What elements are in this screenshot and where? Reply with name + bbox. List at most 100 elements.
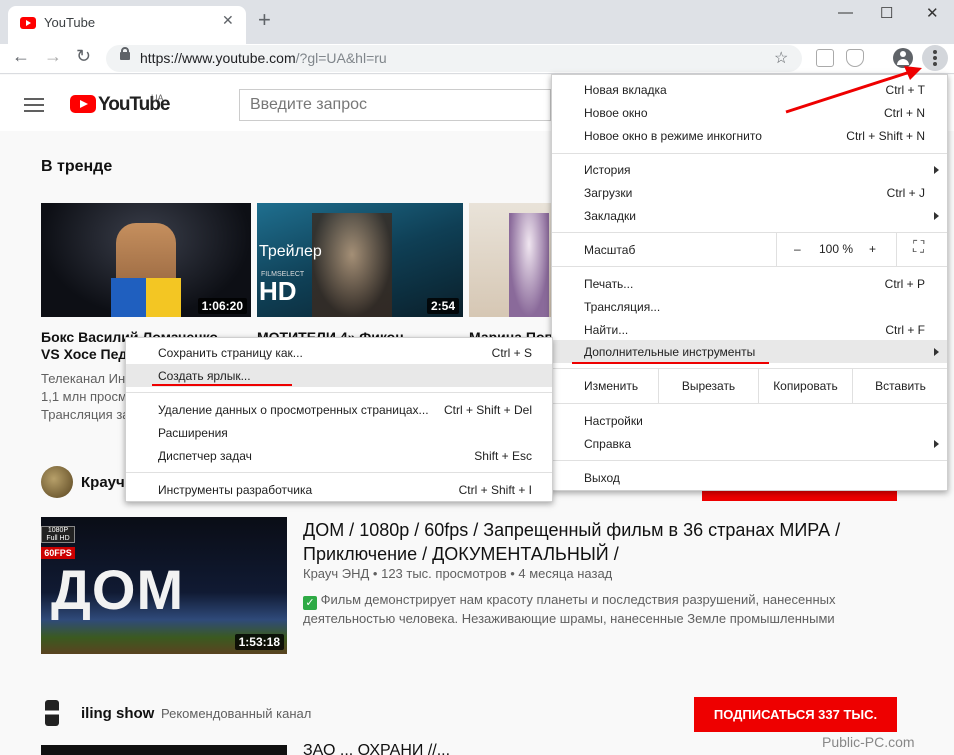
menu-item-shortcut: Ctrl + F [885, 323, 925, 337]
menu-item-label: Печать... [584, 277, 634, 291]
menu-separator [552, 460, 947, 461]
tab-close-icon[interactable]: ✕ [222, 12, 234, 29]
more-tools-submenu: Сохранить страницу как... Ctrl + S Созда… [125, 337, 553, 502]
menu-separator [126, 392, 552, 393]
menu-item-cast[interactable]: Трансляция... [552, 295, 947, 318]
video-views: 1,1 млн просм... [41, 389, 138, 404]
video-thumbnail[interactable]: FILMSELECT HD Трейлер 2:54 [257, 203, 463, 317]
search-input[interactable]: Введите запрос [239, 89, 551, 121]
video-channel[interactable]: Телеканал Ин... [41, 370, 136, 388]
menu-separator [126, 472, 552, 473]
menu-item-clear-data[interactable]: Удаление данных о просмотренных страница… [126, 398, 552, 421]
tab-youtube[interactable]: YouTube ✕ [8, 6, 246, 44]
menu-item-settings[interactable]: Настройки [552, 409, 947, 432]
video-duration: 1:06:20 [197, 298, 247, 314]
menu-item-shortcut: Ctrl + J [886, 186, 925, 200]
actor-figure [312, 213, 392, 317]
trending-title: В тренде [41, 158, 113, 175]
video-duration: 2:54 [426, 298, 459, 314]
menu-item-print[interactable]: Печать... Ctrl + P [552, 272, 947, 295]
zoom-controls: – 100 % + [776, 233, 896, 266]
channel-subtitle: Рекомендованный канал [161, 706, 312, 721]
hamburger-menu-icon[interactable] [24, 98, 44, 100]
video-title[interactable]: ДОМ / 1080p / 60fps / Запрещенный фильм … [303, 518, 883, 566]
video-meta: Крауч ЭНД • 123 тыс. просмотров • 4 меся… [303, 566, 613, 581]
menu-item-shortcut: Ctrl + Shift + N [846, 129, 925, 143]
menu-item-downloads[interactable]: Загрузки Ctrl + J [552, 181, 947, 204]
menu-item-more-tools[interactable]: Дополнительные инструменты [552, 340, 947, 363]
annotation-arrow-line [785, 70, 911, 114]
video-title[interactable]: ЗАО ... ОХРАНИ //... [303, 742, 450, 755]
menu-item-help[interactable]: Справка [552, 432, 947, 455]
submenu-arrow-icon [934, 212, 939, 220]
video-thumbnail[interactable] [469, 203, 552, 317]
channel-avatar[interactable] [45, 700, 59, 726]
video-duration: 1:53:18 [234, 634, 284, 650]
subscribe-button[interactable]: ПОДПИСАТЬСЯ 337 ТЫС. [694, 697, 897, 732]
menu-dot [933, 50, 937, 54]
zoom-out-button[interactable]: – [794, 242, 801, 256]
submenu-arrow-icon [934, 440, 939, 448]
menu-item-extensions[interactable]: Расширения [126, 421, 552, 444]
menu-item-label: Удаление данных о просмотренных страница… [158, 403, 429, 417]
menu-item-history[interactable]: История [552, 158, 947, 181]
menu-separator [552, 403, 947, 404]
youtube-favicon-icon [20, 17, 36, 29]
video-thumbnail[interactable]: 1080P Full HD 60FPS ДОМ 1:53:18 [41, 517, 287, 654]
zoom-in-button[interactable]: + [869, 242, 876, 256]
menu-item-label: Трансляция... [584, 300, 661, 314]
annotation-arrow [785, 66, 922, 114]
search-placeholder: Введите запрос [250, 96, 367, 113]
forward-button[interactable]: → [44, 46, 62, 67]
maximize-button[interactable]: ☐ [880, 4, 893, 22]
menu-item-dev-tools[interactable]: Инструменты разработчика Ctrl + Shift + … [126, 478, 552, 501]
fullscreen-cell: ⛶ [896, 233, 948, 266]
menu-item-save-page[interactable]: Сохранить страницу как... Ctrl + S [126, 341, 552, 364]
url-text[interactable]: https://www.youtube.com/?gl=UA&hl=ru [140, 50, 387, 66]
video-thumbnail[interactable] [41, 745, 287, 755]
menu-item-label: Инструменты разработчика [158, 483, 313, 497]
video-description: ✓ Фильм демонстрирует нам красоту планет… [303, 591, 883, 628]
menu-item-incognito[interactable]: Новое окно в режиме инкогнито Ctrl + Shi… [552, 124, 947, 147]
menu-item-find[interactable]: Найти... Ctrl + F [552, 318, 947, 341]
submenu-arrow-icon [934, 166, 939, 174]
thumbnail-title: ДОМ [51, 558, 185, 621]
menu-item-label: Масштаб [584, 243, 636, 257]
back-button[interactable]: ← [12, 46, 30, 67]
youtube-logo-icon[interactable] [70, 95, 96, 113]
menu-item-label: Новая вкладка [584, 83, 667, 97]
copy-button[interactable]: Копировать [758, 369, 852, 403]
menu-item-bookmarks[interactable]: Закладки [552, 204, 947, 227]
menu-dot [933, 62, 937, 66]
video-thumbnail[interactable]: 1:06:20 [41, 203, 251, 317]
video-description-text: Фильм демонстрирует нам красоту планеты … [303, 592, 836, 626]
menu-dot [933, 56, 937, 60]
channel-avatar[interactable] [41, 466, 73, 498]
channel-name[interactable]: iling show [81, 705, 154, 722]
url-host: https://www.youtube.com [140, 50, 296, 66]
channel-name[interactable]: Крауч [81, 474, 125, 491]
menu-item-exit[interactable]: Выход [552, 466, 947, 489]
singer-figure [509, 213, 549, 317]
address-bar[interactable]: https://www.youtube.com/?gl=UA&hl=ru ☆ [106, 45, 802, 72]
menu-separator [552, 266, 947, 267]
close-window-button[interactable]: ✕ [926, 4, 939, 22]
menu-item-label: Найти... [584, 323, 629, 337]
menu-item-shortcut: Ctrl + S [491, 346, 532, 360]
cut-button[interactable]: Вырезать [658, 369, 758, 403]
check-mark-icon: ✓ [303, 596, 317, 610]
minimize-button[interactable]: — [838, 4, 853, 21]
menu-item-label: Сохранить страницу как... [158, 346, 303, 360]
menu-item-label: Новое окно в режиме инкогнито [584, 129, 762, 143]
flag-figure [111, 278, 181, 317]
fullscreen-icon[interactable]: ⛶ [913, 239, 924, 257]
lock-icon[interactable] [120, 47, 130, 60]
highlight-underline [572, 362, 769, 364]
menu-item-label: Закладки [584, 209, 636, 223]
menu-item-label: Настройки [584, 414, 643, 428]
watermark: Public-PC.com [822, 734, 915, 750]
reload-button[interactable]: ↻ [76, 46, 91, 67]
menu-item-task-manager[interactable]: Диспетчер задач Shift + Esc [126, 444, 552, 467]
new-tab-button[interactable]: + [258, 9, 271, 31]
paste-button[interactable]: Вставить [852, 369, 948, 403]
